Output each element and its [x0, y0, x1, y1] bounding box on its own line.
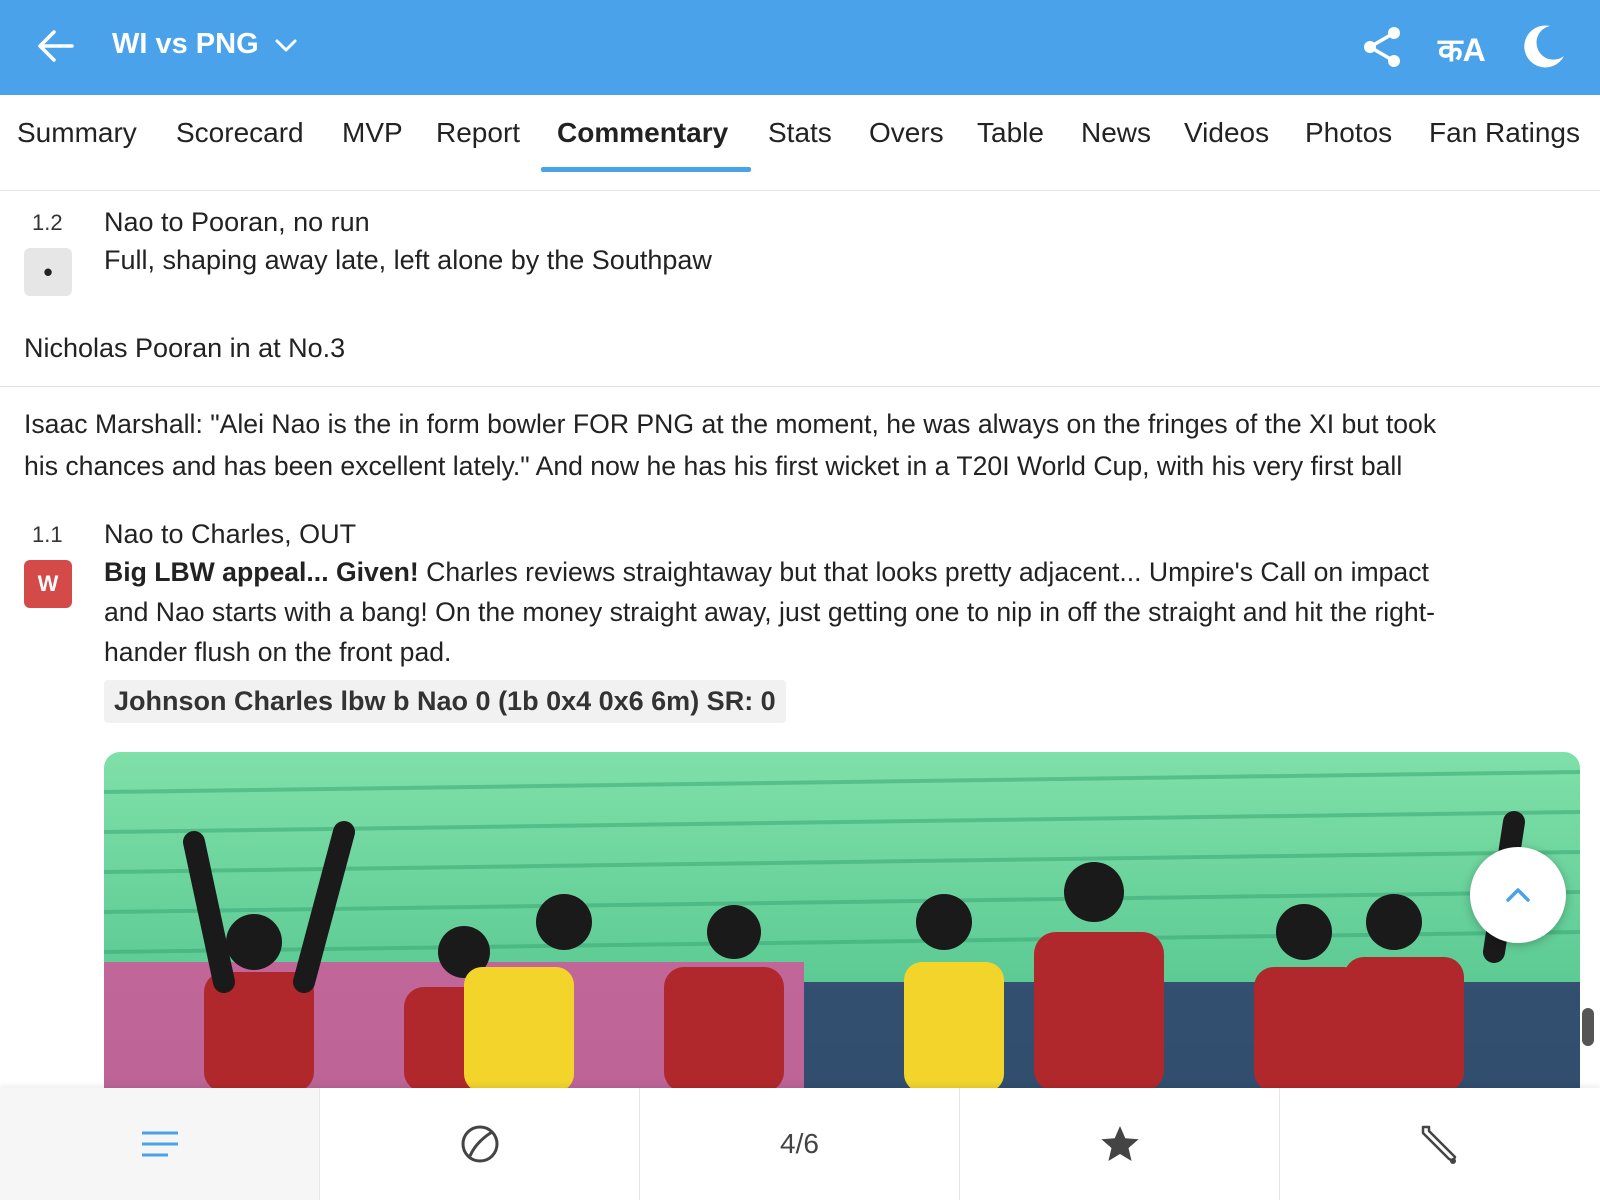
- tab-videos[interactable]: Videos: [1184, 117, 1269, 149]
- ball-commentary-line-1: Big LBW appeal... Given! Charles reviews…: [104, 552, 1429, 592]
- menu-lines-icon: [141, 1131, 178, 1157]
- match-title: WI vs PNG: [112, 28, 259, 60]
- divider: [0, 386, 1600, 387]
- chevron-up-icon: [1506, 888, 1530, 902]
- app-header: WI vs PNG कA: [0, 0, 1600, 95]
- ball-commentary-line-2: and Nao starts with a bang! On the money…: [104, 597, 1435, 627]
- star-icon: [1100, 1126, 1139, 1161]
- wicket-celebration-photo[interactable]: [104, 752, 1580, 1088]
- over-ball-number: 1.1: [32, 522, 63, 547]
- tab-news[interactable]: News: [1081, 117, 1151, 149]
- ball-commentary-line-3: hander flush on the front pad.: [104, 637, 452, 667]
- bottom-nav: 4/6: [0, 1088, 1600, 1200]
- quote-line-2: his chances and has been excellent latel…: [24, 451, 1403, 481]
- dismissal-summary: Johnson Charles lbw b Nao 0 (1b 0x4 0x6 …: [104, 680, 786, 723]
- quote-line-1: Isaac Marshall: "Alei Nao is the in form…: [24, 409, 1437, 439]
- ball-headline: Nao to Pooran, no run: [104, 207, 370, 237]
- share-icon[interactable]: [1360, 24, 1406, 70]
- tab-report[interactable]: Report: [436, 117, 520, 149]
- match-tabs: Summary Scorecard MVP Report Commentary …: [0, 95, 1600, 191]
- commentary-bold-lead: Big LBW appeal... Given!: [104, 557, 419, 587]
- tab-commentary[interactable]: Commentary: [557, 117, 728, 149]
- tab-table[interactable]: Table: [977, 117, 1044, 149]
- language-toggle[interactable]: कA: [1438, 28, 1498, 74]
- match-selector[interactable]: WI vs PNG: [112, 28, 299, 61]
- ball-icon: [461, 1125, 498, 1163]
- commentary-menu-button[interactable]: [0, 1088, 320, 1200]
- tab-summary[interactable]: Summary: [17, 117, 137, 149]
- scroll-to-top-button[interactable]: [1470, 847, 1566, 943]
- photo-illustration: [104, 752, 1580, 1088]
- commentary-text: Charles reviews straightaway but that lo…: [418, 557, 1429, 587]
- ball-commentary-text: Full, shaping away late, left alone by t…: [104, 245, 712, 275]
- innings-pager[interactable]: 4/6: [640, 1088, 960, 1200]
- batting-button[interactable]: [1280, 1088, 1600, 1200]
- batter-in-note: Nicholas Pooran in at No.3: [24, 333, 346, 363]
- dark-mode-moon-icon[interactable]: [1520, 22, 1568, 70]
- tab-mvp[interactable]: MVP: [342, 117, 403, 149]
- active-tab-indicator: [541, 167, 751, 172]
- ball-headline: Nao to Charles, OUT: [104, 519, 357, 549]
- tab-fan-ratings[interactable]: Fan Ratings: [1429, 117, 1580, 149]
- ball-filter-button[interactable]: [320, 1088, 640, 1200]
- tab-scorecard[interactable]: Scorecard: [176, 117, 304, 149]
- tab-photos[interactable]: Photos: [1305, 117, 1392, 149]
- tab-overs[interactable]: Overs: [869, 117, 944, 149]
- scrollbar-thumb[interactable]: [1582, 1008, 1594, 1046]
- pager-label: 4/6: [780, 1128, 819, 1159]
- back-arrow-icon[interactable]: [36, 26, 76, 66]
- highlights-button[interactable]: [960, 1088, 1280, 1200]
- dot-ball-badge: •: [24, 248, 72, 296]
- tab-stats[interactable]: Stats: [768, 117, 832, 149]
- over-ball-number: 1.2: [32, 210, 63, 235]
- chevron-down-icon: [275, 39, 297, 51]
- cricket-bat-icon: [1421, 1125, 1457, 1164]
- wicket-badge: W: [24, 560, 72, 608]
- commentary-feed: 1.2 • Nao to Pooran, no run Full, shapin…: [0, 192, 1600, 1088]
